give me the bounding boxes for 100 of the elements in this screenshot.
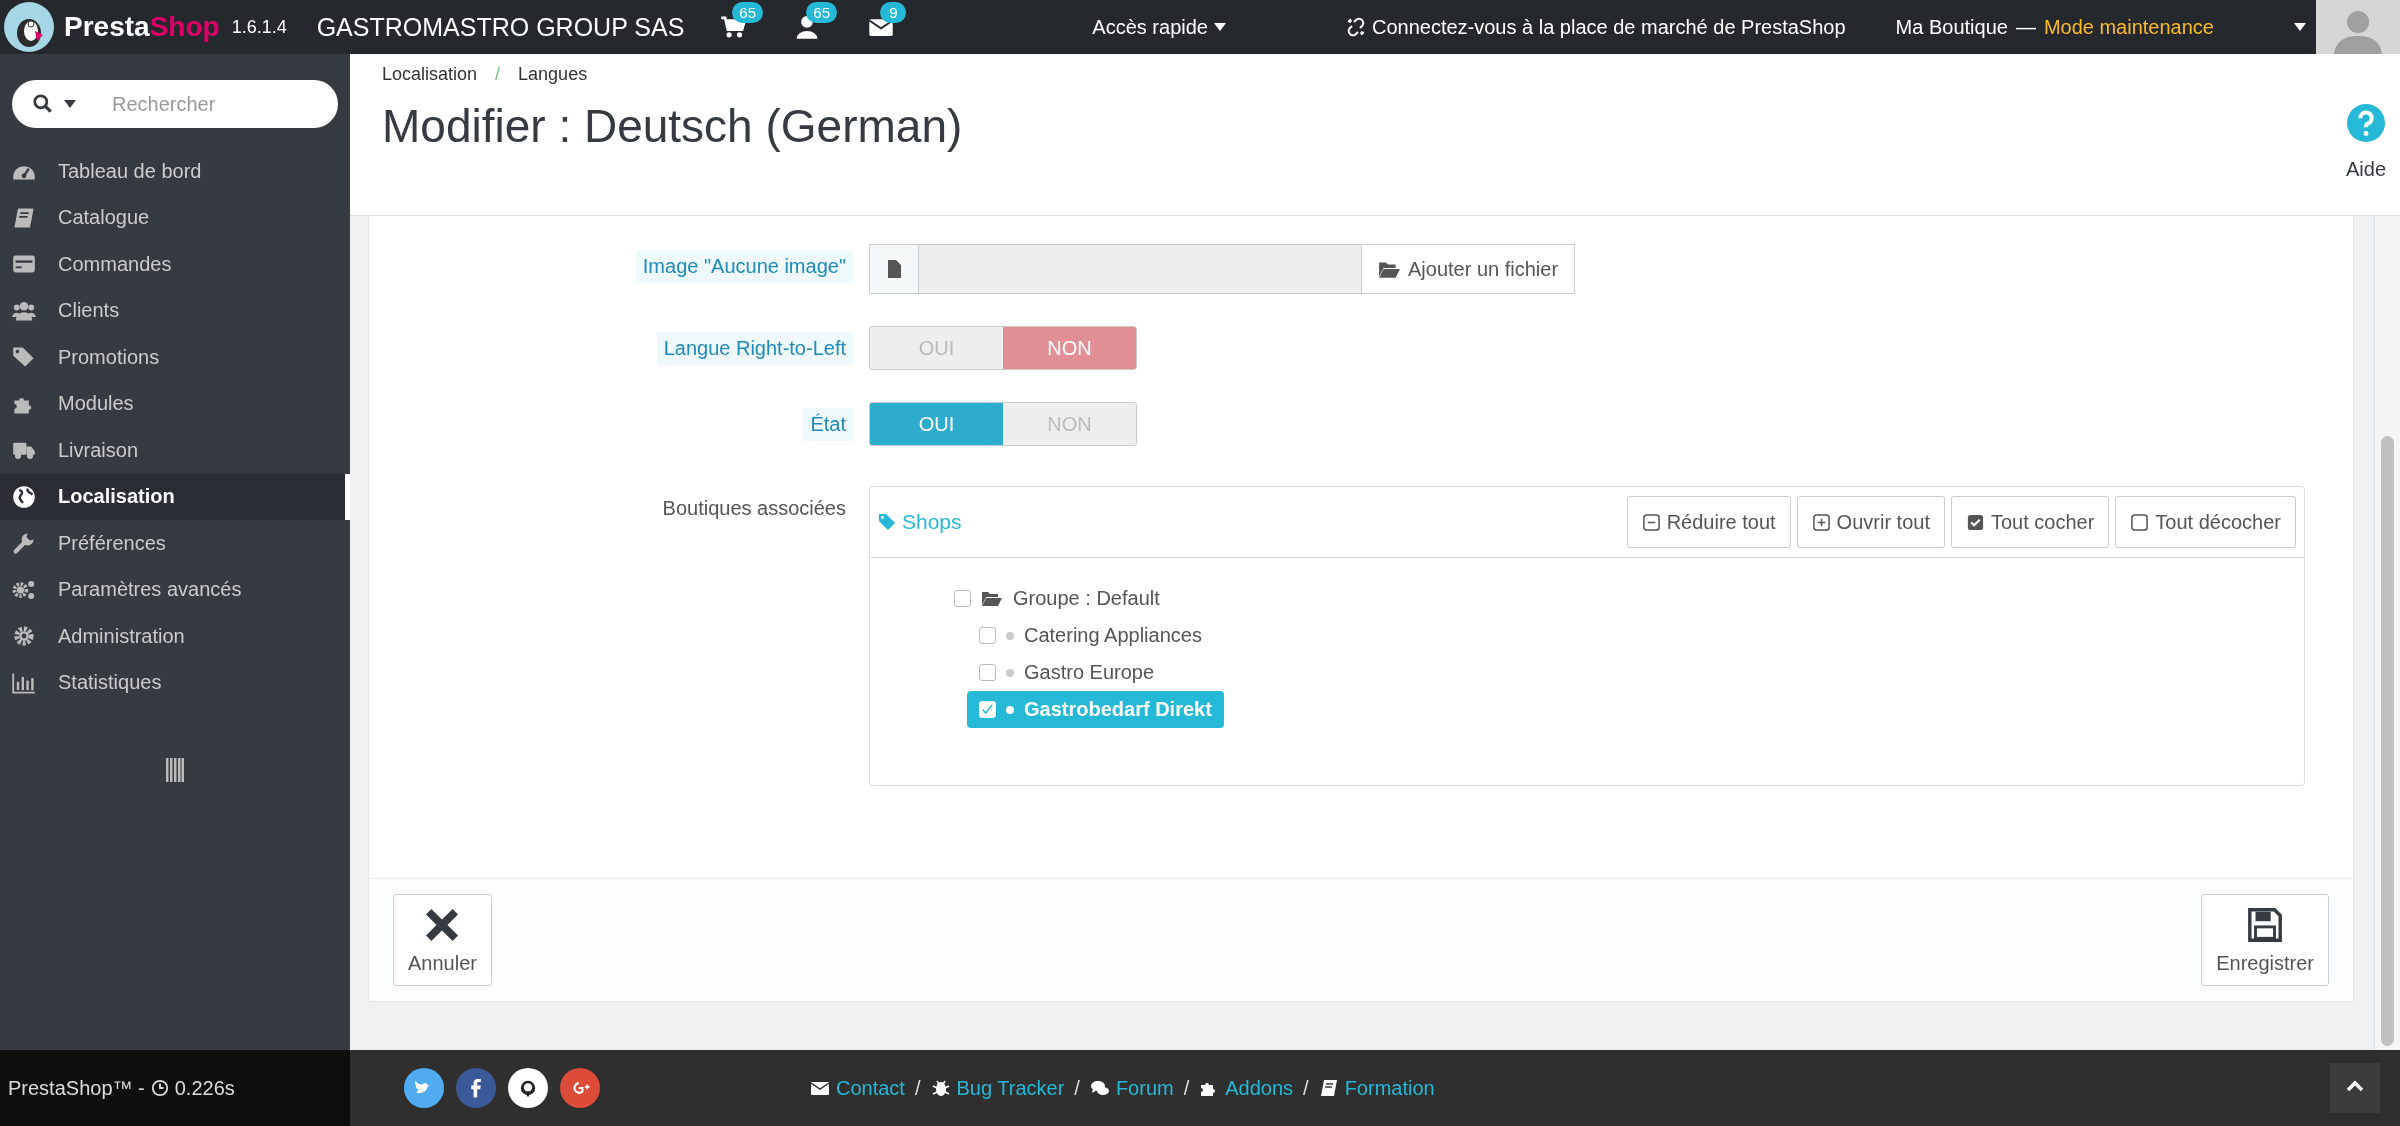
footer-brand: PrestaShop™ -	[8, 1076, 145, 1100]
book-icon	[1318, 1078, 1339, 1098]
sidebar-item[interactable]: Administration	[0, 613, 350, 660]
breadcrumb-separator: /	[495, 64, 501, 85]
checkbox[interactable]	[979, 664, 996, 681]
separator-text: —	[2015, 15, 2036, 39]
help-button[interactable]: Aide	[2345, 104, 2386, 215]
tree-item-label: Gastrobedarf Direkt	[1024, 698, 1212, 721]
sidebar-item-label: Statistiques	[58, 671, 162, 695]
save-button[interactable]: Enregistrer	[2201, 894, 2329, 986]
sidebar-item[interactable]: Statistiques	[0, 659, 350, 706]
notification-count: 65	[806, 2, 837, 23]
field-label: Image "Aucune image"	[635, 250, 853, 283]
link-separator: /	[914, 1076, 921, 1100]
caret-icon	[1213, 23, 1226, 31]
shop-link[interactable]: Ma Boutique	[1895, 15, 2008, 39]
tree-item[interactable]: Gastro Europe	[967, 654, 1167, 691]
collapse-sidebar-icon[interactable]	[166, 758, 184, 782]
brand-name: PrestaShop	[64, 11, 220, 43]
scroll-to-top-button[interactable]	[2330, 1063, 2380, 1113]
breadcrumb-link[interactable]: Langues	[518, 64, 588, 85]
sidebar-item-label: Administration	[58, 624, 185, 648]
field-label: Langue Right-to-Left	[656, 332, 853, 365]
shop-name: GASTROMASTRO GROUP SAS	[316, 12, 685, 42]
sidebar-item-label: Commandes	[58, 252, 172, 276]
sidebar-item-label: Livraison	[58, 438, 139, 462]
footer-link[interactable]: Contact	[810, 1076, 905, 1100]
sidebar-item[interactable]: Localisation	[0, 473, 350, 520]
caret-icon[interactable]	[2294, 23, 2306, 31]
bird-icon[interactable]	[404, 1068, 444, 1108]
tree-title: Shops	[878, 510, 962, 534]
tree-item[interactable]: Groupe : Default	[942, 580, 1172, 617]
page-title: Modifier : Deutsch (German)	[382, 99, 964, 153]
empty-box-icon	[2130, 512, 2150, 532]
sidebar-item-label: Localisation	[58, 485, 175, 509]
footer-link[interactable]: Forum	[1089, 1076, 1174, 1100]
link-separator: /	[1303, 1076, 1309, 1100]
sidebar-item-label: Modules	[58, 392, 134, 416]
sidebar-item[interactable]: Modules	[0, 380, 350, 427]
sidebar-item[interactable]: Préférences	[0, 520, 350, 567]
letter-f-icon[interactable]	[456, 1068, 496, 1108]
maintenance-mode-label: Mode maintenance	[2043, 15, 2214, 39]
notification-count: 65	[732, 2, 763, 23]
tree-item-label: Gastro Europe	[1024, 661, 1155, 684]
sidebar-item[interactable]: Catalogue	[0, 194, 350, 241]
search-icon	[32, 93, 54, 115]
scrollbar-thumb[interactable]	[2381, 436, 2394, 1046]
tree-button[interactable]: Réduire tout	[1626, 496, 1791, 548]
footer-link[interactable]: Addons	[1199, 1076, 1294, 1100]
search-bar[interactable]: Rechercher	[12, 80, 338, 128]
notification-count: 9	[880, 2, 907, 23]
version-label: 1.6.1.4	[231, 16, 287, 38]
bullet-icon	[1006, 631, 1014, 640]
file-name-field[interactable]	[919, 245, 1362, 293]
sidebar-item[interactable]: Commandes	[0, 241, 350, 288]
footer-link[interactable]: Bug Tracker	[930, 1076, 1065, 1100]
cancel-button[interactable]: Annuler	[393, 894, 492, 986]
bar-chart-icon	[12, 670, 36, 695]
comments-icon	[1089, 1078, 1110, 1098]
breadcrumb-link[interactable]: Localisation	[382, 64, 478, 85]
checkbox[interactable]	[954, 590, 971, 607]
tree-item-label: Catering Appliances	[1024, 624, 1202, 647]
collapse-icon	[1641, 512, 1661, 532]
checked-box-icon	[1965, 512, 1985, 532]
sidebar-item-label: Tableau de bord	[58, 159, 202, 183]
sidebar-item[interactable]: Livraison	[0, 427, 350, 474]
quick-access-menu[interactable]: Accès rapide	[1092, 15, 1226, 39]
sidebar-item-label: Clients	[58, 299, 120, 323]
field-label: Boutiques associées	[661, 496, 847, 521]
field-label: État	[803, 408, 853, 441]
tree-button[interactable]: Ouvrir tout	[1796, 496, 1945, 548]
sidebar-item-label: Promotions	[58, 345, 160, 369]
tree-button[interactable]: Tout décocher	[2115, 496, 2296, 548]
bullet-icon	[1006, 705, 1014, 714]
wrench-icon	[12, 531, 36, 556]
bug-icon	[930, 1078, 951, 1098]
globe-icon	[12, 484, 36, 509]
link-separator: /	[1074, 1076, 1080, 1100]
checkbox[interactable]	[979, 627, 996, 644]
load-time: 0.226s	[174, 1076, 235, 1100]
sidebar-item-label: Paramètres avancés	[58, 578, 242, 602]
penguin-logo-icon[interactable]	[4, 2, 54, 52]
search-field[interactable]: Rechercher	[110, 91, 314, 117]
marketplace-link[interactable]: Connectez-vous à la place de marché de PrestaShop	[1345, 15, 1846, 39]
clock-icon	[150, 1079, 169, 1097]
book-icon	[12, 205, 36, 230]
help-icon	[2347, 104, 2385, 142]
tree-button[interactable]: Tout cocher	[1950, 496, 2110, 548]
footer-link[interactable]: Formation	[1318, 1076, 1435, 1100]
g-plus-icon[interactable]	[560, 1068, 600, 1108]
sidebar-item-label: Catalogue	[58, 206, 150, 230]
tree-item[interactable]: Catering Appliances	[967, 617, 1214, 654]
sidebar-item[interactable]: Clients	[0, 287, 350, 334]
sidebar-item[interactable]: Promotions	[0, 334, 350, 381]
sidebar-item[interactable]: Paramètres avancés	[0, 566, 350, 613]
tag-icon	[878, 513, 896, 531]
caret-icon	[64, 100, 76, 108]
gear-icon	[12, 624, 36, 649]
expand-icon	[1811, 512, 1831, 532]
sidebar-item[interactable]: Tableau de bord	[0, 148, 350, 195]
